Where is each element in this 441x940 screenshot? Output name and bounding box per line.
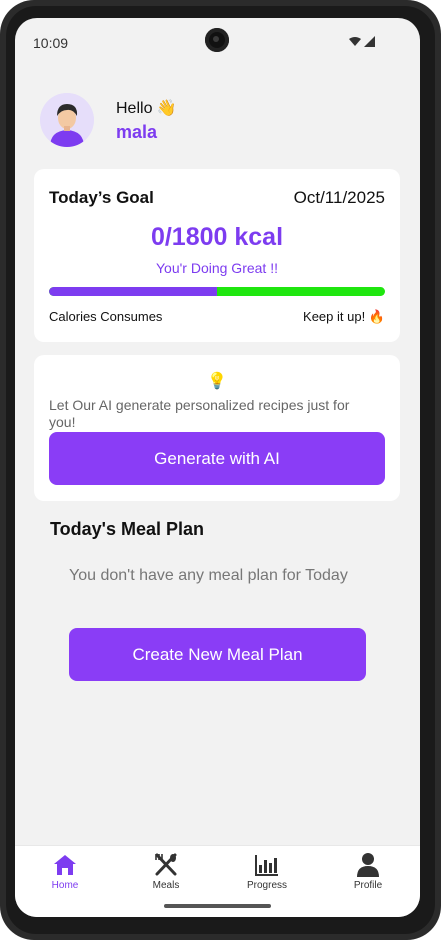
meal-plan-title: Today's Meal Plan: [50, 519, 204, 539]
app-screen: 10:09 Hello 👋 mala Today’s Goal Oct/11/2…: [15, 18, 420, 917]
nav-item-profile[interactable]: Profile: [328, 852, 408, 891]
chart-icon: [255, 855, 278, 876]
calories-caption: Calories Consumes: [49, 309, 163, 324]
goal-date: Oct/11/2025: [293, 188, 385, 207]
user-icon: [357, 853, 379, 877]
ai-recipe-card: 💡 Let Our AI generate personalized recip…: [34, 355, 400, 501]
username: mala: [116, 122, 158, 142]
status-bar: 10:09: [15, 18, 420, 66]
calorie-progress-bar: [49, 287, 385, 296]
user-avatar-icon: [40, 93, 94, 147]
ai-description: Let Our AI generate personalized recipes…: [49, 397, 350, 430]
nav-item-progress[interactable]: Progress: [227, 852, 307, 891]
generate-with-ai-button[interactable]: Generate with AI: [49, 432, 385, 485]
home-indicator[interactable]: [164, 904, 271, 908]
calorie-progress-fill: [49, 287, 217, 296]
bottom-nav: Home Meals Progress Profile: [15, 845, 420, 917]
nav-label-progress: Progress: [246, 880, 287, 891]
meal-plan-empty-text: You don't have any meal plan for Today: [69, 567, 348, 584]
avatar[interactable]: [40, 93, 94, 147]
keep-it-up-caption: Keep it up! 🔥: [303, 309, 385, 324]
lightbulb-icon: 💡: [207, 373, 227, 390]
nav-item-meals[interactable]: Meals: [126, 852, 206, 891]
motivation-message: You'r Doing Great !!: [155, 260, 278, 276]
status-time: 10:09: [33, 35, 69, 51]
nav-label-home: Home: [51, 880, 79, 891]
create-meal-plan-button[interactable]: Create New Meal Plan: [69, 628, 366, 681]
nav-item-home[interactable]: Home: [25, 852, 105, 891]
camera-cutout: [205, 28, 229, 52]
greeting-text: Hello 👋: [116, 100, 177, 117]
calorie-count: 0/1800 kcal: [150, 223, 284, 251]
goal-title: Today’s Goal: [49, 188, 154, 207]
todays-goal-card: Today’s Goal Oct/11/2025 0/1800 kcal You…: [34, 169, 400, 342]
home-icon: [54, 855, 76, 875]
utensils-icon: [155, 853, 177, 876]
nav-label-meals: Meals: [152, 880, 180, 891]
nav-label-profile: Profile: [353, 880, 383, 891]
signal-wifi-icon: [349, 36, 375, 47]
